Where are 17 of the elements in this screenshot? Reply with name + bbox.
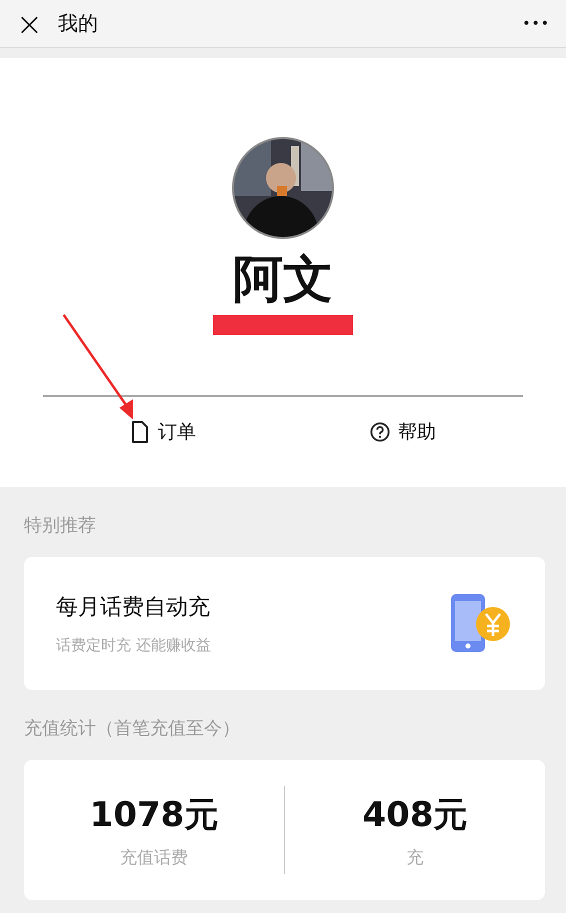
- document-icon: [130, 421, 150, 443]
- close-button[interactable]: ×: [16, 8, 44, 40]
- more-button[interactable]: •••: [522, 16, 550, 32]
- promo-subtitle: 话费定时充 还能赚收益: [56, 636, 211, 655]
- user-name: 阿文: [233, 252, 333, 307]
- action-link[interactable]: 帮助: [370, 419, 436, 445]
- section-heading: 充值统计（首笔充值至今）: [23, 717, 241, 741]
- stat-value: 1078元: [88, 794, 220, 836]
- stat-label: 充值话费: [119, 846, 189, 868]
- promo-title: 每月话费自动充: [56, 594, 211, 622]
- page-title: 我的: [58, 10, 99, 37]
- promo-card[interactable]: 每月话费自动充 话费定时充 还能赚收益: [24, 557, 545, 690]
- action-link[interactable]: 订单: [130, 419, 196, 445]
- stat-value: 408元: [362, 794, 468, 836]
- help-icon: [370, 421, 390, 443]
- stat-label: 充: [406, 846, 424, 868]
- section-heading: 特别推荐: [23, 514, 97, 538]
